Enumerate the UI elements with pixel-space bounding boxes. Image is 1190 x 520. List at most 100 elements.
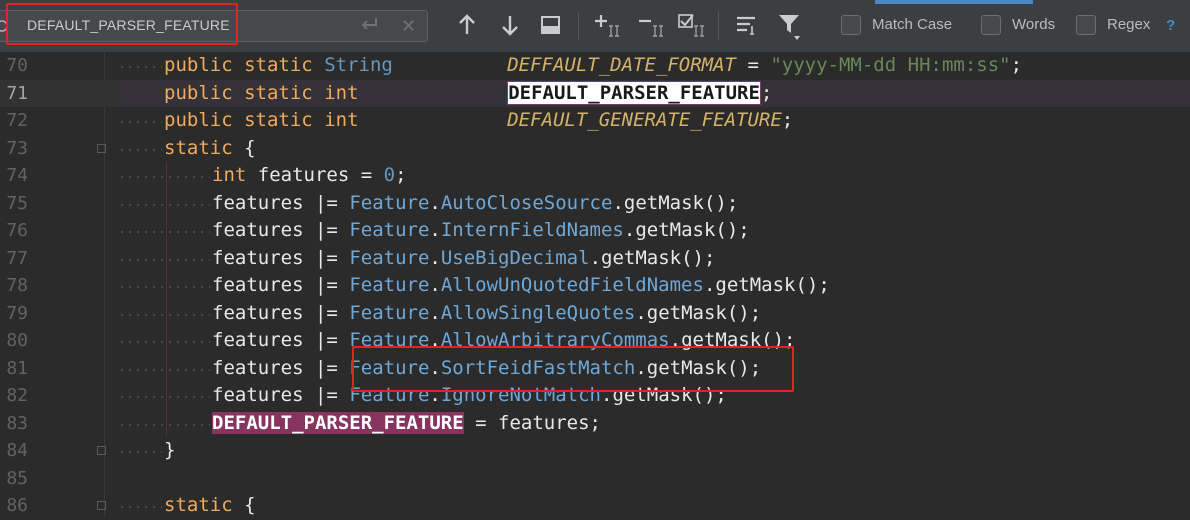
clear-icon[interactable]: ✕ bbox=[401, 16, 416, 37]
whitespace-dots bbox=[118, 313, 210, 316]
keyword: static bbox=[244, 81, 313, 104]
code-text: static { bbox=[164, 135, 256, 163]
add-selection-icon[interactable] bbox=[592, 12, 619, 38]
line-number: 72 bbox=[6, 110, 28, 131]
method-call: getMask bbox=[623, 191, 704, 214]
code-text: features |= Feature.UseBigDecimal.getMas… bbox=[212, 245, 715, 273]
identifier: features bbox=[212, 301, 304, 324]
fold-icon[interactable] bbox=[97, 446, 106, 455]
code-text: } bbox=[164, 437, 175, 465]
search-highlight-annotation bbox=[6, 3, 238, 45]
identifier: features bbox=[212, 246, 304, 269]
code-line[interactable]: 74 int features = 0; bbox=[0, 162, 1190, 190]
method-call: getMask bbox=[646, 301, 727, 324]
line-number: 84 bbox=[6, 440, 28, 461]
line-number: 80 bbox=[6, 330, 28, 351]
regex-help-link[interactable]: ? bbox=[1166, 17, 1175, 34]
fold-icon[interactable] bbox=[97, 143, 106, 153]
whitespace-dots bbox=[118, 148, 162, 151]
code-editor[interactable]: 70 public static String DEFFAULT_DATE_FO… bbox=[0, 52, 1190, 517]
line-number: 73 bbox=[6, 137, 28, 159]
whitespace-dots bbox=[118, 423, 210, 426]
whitespace-dots bbox=[118, 258, 210, 261]
whitespace-dots bbox=[118, 451, 162, 453]
type-name: String bbox=[324, 54, 393, 76]
code-text: static { bbox=[164, 492, 256, 520]
dot: . bbox=[429, 246, 441, 269]
semicolon: ; bbox=[738, 219, 750, 241]
whitespace-dots bbox=[118, 203, 210, 206]
keyword: public bbox=[164, 54, 233, 76]
operator: = bbox=[360, 164, 373, 186]
code-line[interactable]: 72 public static int DEFAULT_GENERATE_FE… bbox=[0, 107, 1190, 135]
line-number: 77 bbox=[6, 247, 28, 269]
words-label[interactable]: Words bbox=[1012, 16, 1055, 33]
code-line[interactable]: 76 features |= Feature.InternFieldNames.… bbox=[0, 217, 1190, 245]
identifier: features bbox=[498, 411, 590, 434]
code-line[interactable]: 70 public static String DEFFAULT_DATE_FO… bbox=[0, 52, 1190, 80]
line-number: 82 bbox=[6, 385, 28, 406]
line-number: 74 bbox=[6, 165, 28, 186]
parens: () bbox=[795, 274, 819, 296]
regex-label[interactable]: Regex bbox=[1107, 16, 1150, 33]
whitespace-dots bbox=[118, 396, 210, 398]
operator: |= bbox=[314, 384, 338, 406]
find-toolbar: DEFAULT_PARSER_FEATURE ✕ Match Case Word… bbox=[0, 0, 1190, 53]
line-number: 70 bbox=[6, 55, 28, 76]
select-all-icon[interactable] bbox=[677, 12, 704, 38]
whitespace-dots bbox=[118, 176, 210, 178]
match-case-label[interactable]: Match Case bbox=[872, 16, 952, 33]
whitespace-dots bbox=[118, 286, 210, 288]
class-name: Feature bbox=[349, 246, 430, 269]
semicolon: ; bbox=[760, 81, 773, 104]
dot: . bbox=[612, 191, 624, 214]
semicolon: ; bbox=[781, 109, 794, 131]
method-call: getMask bbox=[635, 219, 716, 241]
identifier: features bbox=[212, 219, 304, 241]
regex-checkbox[interactable] bbox=[1076, 15, 1096, 35]
code-text: features |= Feature.AutoCloseSource.getM… bbox=[212, 190, 738, 218]
keyword: int bbox=[212, 164, 247, 186]
code-line[interactable]: 84 } bbox=[0, 437, 1190, 465]
code-line[interactable]: 79 features |= Feature.AllowSingleQuotes… bbox=[0, 300, 1190, 328]
method-call: getMask bbox=[715, 274, 796, 296]
code-line[interactable]: 85 bbox=[0, 465, 1190, 493]
method-call: getMask bbox=[601, 246, 682, 269]
code-line[interactable]: 86 static { bbox=[0, 492, 1190, 520]
code-line[interactable]: 78 features |= Feature.AllowUnQuotedFiel… bbox=[0, 272, 1190, 300]
filter-options-icon[interactable] bbox=[734, 12, 760, 38]
active-tab-indicator bbox=[875, 0, 1033, 4]
semicolon: ; bbox=[589, 411, 601, 434]
code-line-current[interactable]: 71 public static int DEFAULT_PARSER_FEAT… bbox=[0, 79, 1190, 107]
code-line[interactable]: 77 features |= Feature.UseBigDecimal.get… bbox=[0, 245, 1190, 273]
dot: . bbox=[429, 219, 441, 241]
select-all-occurrences-icon[interactable] bbox=[538, 12, 564, 38]
operator: |= bbox=[314, 329, 338, 351]
code-text: features |= Feature.InternFieldNames.get… bbox=[212, 217, 750, 245]
whitespace-dots bbox=[118, 506, 162, 508]
code-text: int features = 0; bbox=[212, 162, 407, 190]
dot: . bbox=[623, 219, 636, 241]
brace: { bbox=[244, 494, 256, 516]
whitespace-dots bbox=[118, 368, 210, 371]
words-checkbox[interactable] bbox=[981, 15, 1001, 35]
dot: . bbox=[429, 191, 441, 214]
keyword: static bbox=[244, 54, 313, 76]
filter-icon[interactable] bbox=[777, 12, 803, 40]
code-line[interactable]: 75 features |= Feature.AutoCloseSource.g… bbox=[0, 190, 1190, 218]
code-line[interactable]: 83 DEFAULT_PARSER_FEATURE = features; bbox=[0, 410, 1190, 438]
class-name: Feature bbox=[349, 191, 430, 214]
match-case-checkbox[interactable] bbox=[841, 15, 861, 35]
class-name: Feature bbox=[349, 274, 430, 296]
semicolon: ; bbox=[1010, 54, 1023, 76]
code-line[interactable]: 73 static { bbox=[0, 135, 1190, 163]
identifier: features bbox=[212, 356, 304, 379]
replace-icon[interactable] bbox=[358, 14, 380, 38]
fold-icon[interactable] bbox=[97, 501, 106, 510]
enum-constant: AllowSingleQuotes bbox=[440, 301, 636, 324]
remove-selection-icon[interactable] bbox=[636, 12, 663, 38]
indent-guide bbox=[166, 162, 167, 437]
prev-occurrence-icon[interactable] bbox=[454, 12, 480, 38]
enum-constant: AllowUnQuotedFieldNames bbox=[440, 274, 704, 296]
next-occurrence-icon[interactable] bbox=[497, 12, 523, 38]
